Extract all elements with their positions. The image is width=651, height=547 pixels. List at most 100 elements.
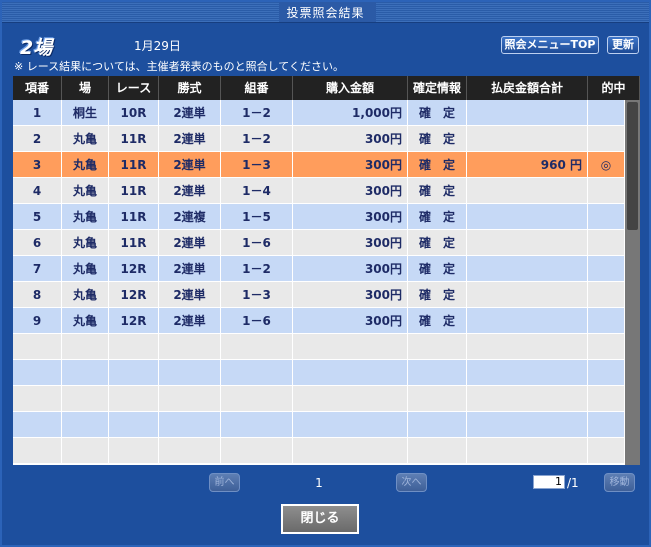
table-row: 4 丸亀 11R 2連単 1－4 300円確 定 — [13, 178, 625, 204]
table-cell-status: 確 定 — [408, 100, 467, 126]
result-notice: ※ レース結果については、主催者発表のものと照合してください。 — [14, 60, 344, 73]
table-cell-payout — [467, 438, 588, 464]
table-cell-status — [408, 334, 467, 360]
table-cell-place: 丸亀 — [62, 256, 109, 282]
table-cell-race: 10R — [109, 100, 159, 126]
table-cell-no — [13, 386, 62, 412]
table-cell-place: 丸亀 — [62, 282, 109, 308]
table-cell-race: 11R — [109, 204, 159, 230]
table-cell-race — [109, 360, 159, 386]
current-page-number: 1 — [315, 476, 323, 490]
table-cell-type: 2連単 — [159, 256, 221, 282]
date-label: 1月29日 — [134, 39, 181, 53]
table-cell-hit — [588, 438, 625, 464]
table-cell-no — [13, 412, 62, 438]
table-cell-hit — [588, 386, 625, 412]
table-cell-combo: 1－4 — [221, 178, 293, 204]
table-cell-combo: 1－5 — [221, 204, 293, 230]
table-cell-type: 2連複 — [159, 204, 221, 230]
table-cell-status: 確 定 — [408, 126, 467, 152]
table-row — [13, 334, 625, 360]
vertical-scrollbar[interactable] — [625, 100, 640, 465]
table-cell-type: 2連単 — [159, 126, 221, 152]
table-cell-place — [62, 386, 109, 412]
dialog-window: 投票照会結果 2 場 1月29日 ※ レース結果については、主催者発表のものと照合… — [0, 0, 651, 547]
table-cell-hit — [588, 100, 625, 126]
table-cell-payout — [467, 230, 588, 256]
column-header: 項番 — [13, 76, 62, 100]
table-row — [13, 386, 625, 412]
table-cell-race: 11R — [109, 152, 159, 178]
table-cell-combo: 1－6 — [221, 230, 293, 256]
table-cell-race: 12R — [109, 282, 159, 308]
table-cell-amount — [293, 386, 408, 412]
scrollbar-thumb[interactable] — [627, 102, 638, 230]
table-cell-combo — [221, 386, 293, 412]
table-cell-amount — [293, 360, 408, 386]
column-header: 勝式 — [159, 76, 221, 100]
table-cell-amount: 300円 — [293, 256, 408, 282]
table-cell-combo — [221, 438, 293, 464]
table-cell-no — [13, 334, 62, 360]
table-cell-amount: 300円 — [293, 126, 408, 152]
table-cell-no — [13, 360, 62, 386]
table-row: 6 丸亀 11R 2連単 1－6 300円確 定 — [13, 230, 625, 256]
page-number-input[interactable]: 1 — [533, 475, 565, 489]
table-cell-hit — [588, 360, 625, 386]
table-row — [13, 412, 625, 438]
table-cell-payout: 960 円 — [467, 152, 588, 178]
table-cell-hit — [588, 126, 625, 152]
column-header: レース — [109, 76, 159, 100]
table-cell-hit — [588, 256, 625, 282]
menu-top-button[interactable]: 照会メニューTOP — [501, 36, 599, 54]
table-cell-place — [62, 334, 109, 360]
table-cell-place: 丸亀 — [62, 152, 109, 178]
table-cell-status: 確 定 — [408, 256, 467, 282]
table-cell-combo: 1－6 — [221, 308, 293, 334]
table-cell-amount — [293, 412, 408, 438]
window-title: 投票照会結果 — [286, 6, 365, 20]
close-button[interactable]: 閉じる — [281, 504, 359, 534]
next-page-button[interactable]: 次へ — [396, 473, 427, 492]
table-cell-race: 11R — [109, 178, 159, 204]
table-cell-race — [109, 334, 159, 360]
go-page-button[interactable]: 移動 — [604, 473, 635, 492]
table-cell-no: 3 — [13, 152, 62, 178]
table-cell-amount — [293, 438, 408, 464]
table-cell-race: 12R — [109, 308, 159, 334]
table-cell-place: 丸亀 — [62, 230, 109, 256]
table-cell-status: 確 定 — [408, 308, 467, 334]
table-cell-hit — [588, 282, 625, 308]
table-cell-hit — [588, 178, 625, 204]
table-cell-payout — [467, 178, 588, 204]
table-row: 3 丸亀 11R 2連単 1－3 300円確 定 960 円 ◎ — [13, 152, 625, 178]
table-row: 5 丸亀 11R 2連複 1－5 300円確 定 — [13, 204, 625, 230]
table-cell-no: 5 — [13, 204, 62, 230]
table-cell-race — [109, 438, 159, 464]
table-cell-payout — [467, 308, 588, 334]
table-cell-status — [408, 438, 467, 464]
table-cell-combo — [221, 412, 293, 438]
prev-page-button[interactable]: 前へ — [209, 473, 240, 492]
refresh-button[interactable]: 更新 — [607, 36, 639, 54]
table-cell-no: 7 — [13, 256, 62, 282]
result-table: 項番場レース 勝式 組番 購入金額 確定情報 払戻金額合計 的中 1 桐生 10R 2連単 1－2 1… — [13, 76, 640, 465]
table-cell-amount: 300円 — [293, 230, 408, 256]
column-header: 場 — [62, 76, 109, 100]
column-header: 組番 — [221, 76, 293, 100]
column-header: 払戻金額合計 — [467, 76, 588, 100]
table-cell-amount: 1,000円 — [293, 100, 408, 126]
table-cell-no: 2 — [13, 126, 62, 152]
table-cell-no: 4 — [13, 178, 62, 204]
table-cell-type — [159, 412, 221, 438]
table-cell-place: 桐生 — [62, 100, 109, 126]
column-header: 的中 — [588, 76, 640, 100]
table-cell-no: 6 — [13, 230, 62, 256]
table-cell-race: 12R — [109, 256, 159, 282]
table-cell-combo: 1－3 — [221, 152, 293, 178]
table-row: 2 丸亀 11R 2連単 1－2 300円確 定 — [13, 126, 625, 152]
table-row: 8 丸亀 12R 2連単 1－3 300円確 定 — [13, 282, 625, 308]
table-cell-type — [159, 438, 221, 464]
table-cell-type: 2連単 — [159, 282, 221, 308]
table-cell-no: 9 — [13, 308, 62, 334]
